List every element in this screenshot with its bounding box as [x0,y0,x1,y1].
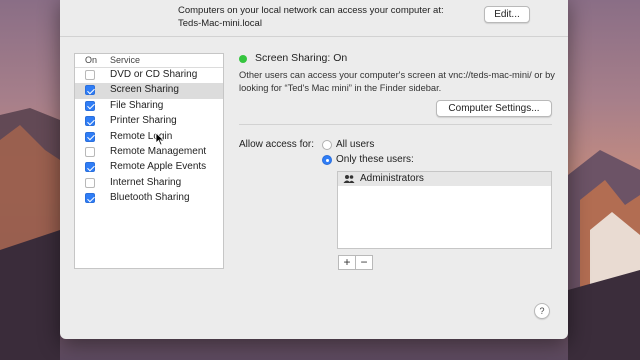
service-row[interactable]: Internet Sharing [75,176,223,191]
users-list: Administrators [337,171,552,249]
service-label: Remote Management [110,145,207,157]
radio-only-these-users[interactable] [322,155,332,165]
service-label: Remote Apple Events [110,161,207,173]
service-checkbox[interactable] [85,193,95,204]
status-title: Screen Sharing: On [255,52,348,64]
status-indicator-dot [239,55,247,63]
group-icon [343,174,355,187]
mouse-cursor-icon [155,132,165,146]
service-label: Screen Sharing [110,84,179,96]
service-row[interactable]: Remote Login [75,130,223,145]
service-label: Bluetooth Sharing [110,192,190,204]
computer-hostname: Teds-Mac-mini.local [178,18,262,29]
services-list-header: On Service [75,54,223,68]
service-checkbox[interactable] [85,146,95,157]
service-label: Internet Sharing [110,176,182,188]
service-checkbox[interactable] [85,131,95,142]
status-description: Other users can access your computer's s… [239,70,555,93]
remove-user-button[interactable]: − [355,255,373,270]
service-row[interactable]: Remote Apple Events [75,160,223,175]
add-user-button[interactable]: + [338,255,356,270]
user-name: Administrators [360,173,424,184]
edit-button[interactable]: Edit... [484,6,530,23]
service-checkbox[interactable] [85,70,95,80]
service-row[interactable]: Screen Sharing [75,83,223,99]
service-checkbox[interactable] [85,100,95,111]
header-service: Service [110,55,141,65]
service-row[interactable]: File Sharing [75,99,223,114]
service-label: DVD or CD Sharing [110,69,198,80]
network-address-text: Computers on your local network can acce… [178,5,444,16]
service-row[interactable]: DVD or CD Sharing [75,68,223,83]
allow-access-label: Allow access for: [239,139,315,150]
header-on: On [85,55,98,65]
service-row[interactable]: Remote Management [75,145,223,160]
service-checkbox[interactable] [85,162,95,173]
service-checkbox[interactable] [85,177,95,188]
radio-all-users[interactable] [322,140,332,150]
services-list: On Service DVD or CD Sharing Screen Shari… [74,53,224,269]
network-address-message: Computers on your local network can acce… [178,4,444,30]
service-label: Printer Sharing [110,115,177,127]
help-button[interactable]: ? [534,303,550,319]
computer-settings-button[interactable]: Computer Settings... [436,100,552,117]
radio-only-these-users-label[interactable]: Only these users: [336,154,414,165]
service-row[interactable]: Bluetooth Sharing [75,191,223,206]
user-row-administrators[interactable]: Administrators [338,172,551,186]
service-checkbox[interactable] [85,85,95,96]
service-row[interactable]: Printer Sharing [75,114,223,129]
sharing-preferences-window: Computers on your local network can acce… [60,0,568,339]
section-divider [239,124,552,125]
radio-all-users-label[interactable]: All users [336,139,374,150]
service-label: File Sharing [110,99,164,111]
service-checkbox[interactable] [85,116,95,127]
top-divider [60,36,568,37]
